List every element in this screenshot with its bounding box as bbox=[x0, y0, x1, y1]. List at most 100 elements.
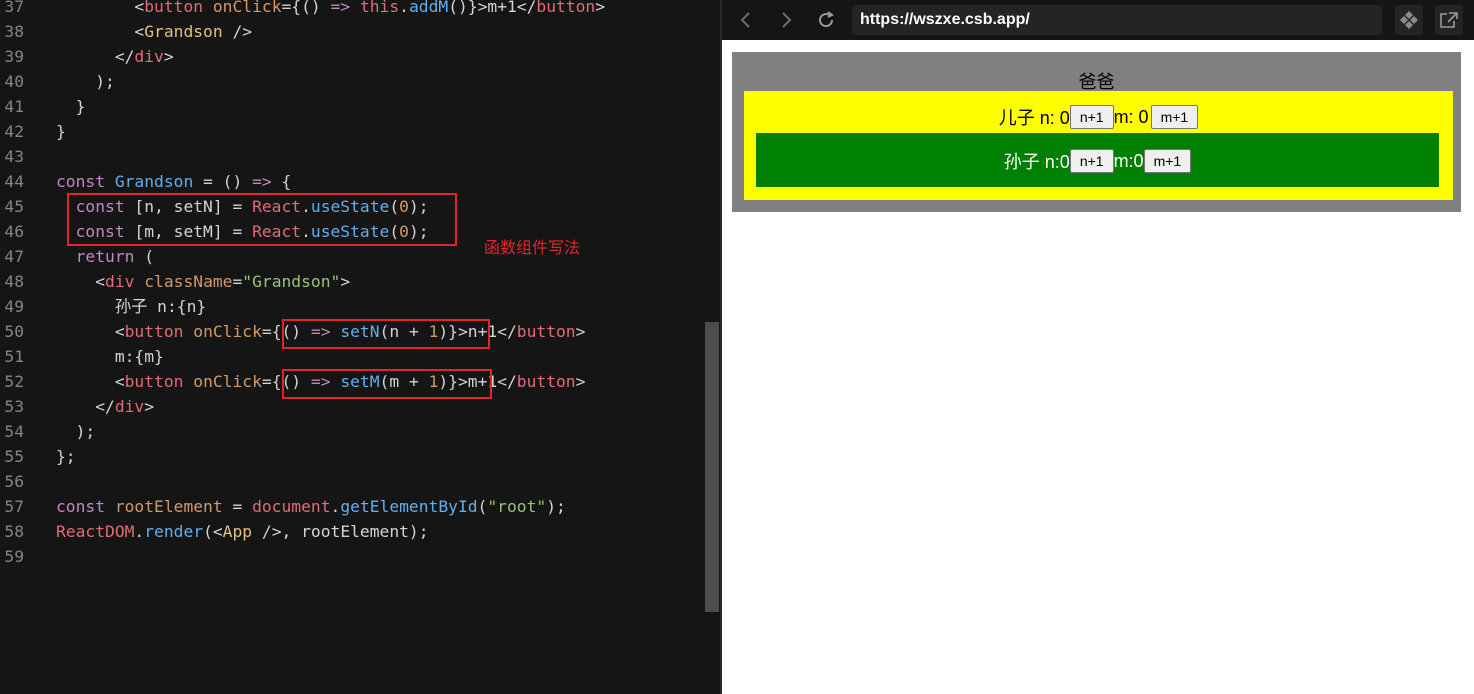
line-number: 42 bbox=[4, 122, 24, 141]
code-line: 47 return ( bbox=[0, 244, 154, 269]
line-number: 47 bbox=[4, 247, 24, 266]
line-number: 53 bbox=[4, 397, 24, 416]
editor-scrollbar[interactable] bbox=[705, 322, 719, 612]
code-token: . bbox=[134, 522, 145, 541]
son-m-increment-button[interactable]: m+1 bbox=[1150, 105, 1199, 129]
forward-button[interactable] bbox=[772, 6, 800, 34]
code-token: button bbox=[124, 322, 184, 341]
puzzle-icon bbox=[1400, 11, 1418, 29]
code-token: { bbox=[271, 172, 292, 191]
browser-toolbar: https://wszxe.csb.app/ bbox=[722, 0, 1474, 40]
code-token: < bbox=[56, 22, 145, 41]
line-number: 44 bbox=[4, 172, 24, 191]
code-token: button bbox=[516, 372, 576, 391]
code-line: 51 m:{m} bbox=[0, 344, 164, 369]
code-token: < bbox=[56, 272, 106, 291]
code-token: Grandson bbox=[114, 172, 194, 191]
highlight-box-usestate bbox=[67, 193, 457, 246]
code-token: document bbox=[252, 497, 331, 516]
line-number: 43 bbox=[4, 147, 24, 166]
code-token: /> bbox=[222, 22, 253, 41]
grandson-row: 孙子 n:0 n+1 m:0 m+1 bbox=[756, 148, 1439, 174]
son-n-increment-button[interactable]: n+1 bbox=[1069, 105, 1114, 129]
line-number: 54 bbox=[4, 422, 24, 441]
code-token: getElementById bbox=[340, 497, 478, 516]
code-token: > bbox=[144, 397, 155, 416]
code-token: App bbox=[222, 522, 253, 541]
code-line: 56 bbox=[0, 469, 56, 494]
code-token: button bbox=[124, 372, 184, 391]
code-line: 42} bbox=[0, 119, 65, 144]
line-number: 58 bbox=[4, 522, 24, 541]
code-token: "root" bbox=[487, 497, 547, 516]
code-token: this bbox=[359, 0, 400, 16]
reload-icon bbox=[819, 11, 834, 28]
code-token: . bbox=[330, 497, 341, 516]
code-token: className bbox=[144, 272, 233, 291]
code-token: => bbox=[330, 0, 351, 16]
code-token: < bbox=[56, 0, 145, 16]
code-line: 49 孙子 n:{n} bbox=[0, 294, 206, 319]
code-token: button bbox=[516, 322, 576, 341]
code-token: rootElement bbox=[114, 497, 223, 516]
code-line: 38 <Grandson /> bbox=[0, 19, 252, 44]
code-token: } bbox=[56, 97, 86, 116]
code-token: m:{m} bbox=[56, 347, 164, 366]
son-row: 儿子 n: 0 n+1 m: 0 m+1 bbox=[744, 104, 1453, 130]
code-token: "Grandson" bbox=[242, 272, 341, 291]
code-token: => bbox=[252, 172, 272, 191]
back-button[interactable] bbox=[732, 6, 760, 34]
code-token: ( bbox=[477, 497, 488, 516]
line-number: 39 bbox=[4, 47, 24, 66]
grandson-n-increment-button[interactable]: n+1 bbox=[1069, 149, 1114, 173]
reload-button[interactable] bbox=[812, 6, 840, 34]
line-number: 37 bbox=[4, 0, 24, 16]
code-editor[interactable]: 37 <button onClick={() => this.addM()}>m… bbox=[0, 0, 722, 694]
code-token: const bbox=[56, 172, 106, 191]
code-token: > bbox=[575, 322, 586, 341]
code-token: ); bbox=[56, 422, 96, 441]
code-token: />, rootElement); bbox=[252, 522, 429, 541]
code-token: }; bbox=[56, 447, 76, 466]
code-line: 54 ); bbox=[0, 419, 95, 444]
browser-preview: https://wszxe.csb.app/ 爸爸 儿子 n: 0 n+1 m:… bbox=[722, 0, 1474, 694]
code-line: 55}; bbox=[0, 444, 76, 469]
line-number: 50 bbox=[4, 322, 24, 341]
code-token: > bbox=[163, 47, 174, 66]
url-text: https://wszxe.csb.app/ bbox=[860, 11, 1030, 28]
code-token: ReactDOM bbox=[56, 522, 135, 541]
code-token: = () bbox=[193, 172, 253, 191]
grandson-m-label: m:0 bbox=[1113, 150, 1144, 171]
code-token: const bbox=[56, 497, 106, 516]
extension-button[interactable] bbox=[1395, 5, 1423, 35]
code-token: < bbox=[56, 322, 125, 341]
code-token: div bbox=[105, 272, 135, 291]
code-line: 41 } bbox=[0, 94, 85, 119]
code-token: 孙子 n:{n} bbox=[56, 297, 207, 316]
son-n-label: 儿子 n: 0 bbox=[998, 108, 1070, 128]
code-line: 53 </div> bbox=[0, 394, 154, 419]
code-token: > bbox=[340, 272, 351, 291]
code-token: div bbox=[134, 47, 164, 66]
code-line: 37 <button onClick={() => this.addM()}>m… bbox=[0, 0, 605, 19]
code-token: ( bbox=[134, 247, 155, 266]
code-token: ); bbox=[56, 72, 115, 91]
code-line: 57 const rootElement = document.getElemen… bbox=[0, 494, 565, 519]
code-token: div bbox=[114, 397, 145, 416]
highlight-box-setn bbox=[282, 319, 490, 349]
url-bar[interactable]: https://wszxe.csb.app/ bbox=[852, 5, 1382, 35]
grandson-m-increment-button[interactable]: m+1 bbox=[1143, 149, 1192, 173]
code-line: 48 <div className="Grandson"> bbox=[0, 269, 350, 294]
line-number: 56 bbox=[4, 472, 24, 491]
code-token: </ bbox=[56, 47, 135, 66]
parent-component: 爸爸 儿子 n: 0 n+1 m: 0 m+1 孙子 n:0 n+1 m:0 m… bbox=[732, 52, 1461, 212]
line-number: 57 bbox=[4, 497, 24, 516]
code-token: addM bbox=[408, 0, 449, 16]
grandson-component: 孙子 n:0 n+1 m:0 m+1 bbox=[756, 133, 1439, 187]
open-new-window-button[interactable] bbox=[1435, 5, 1463, 35]
code-token: = bbox=[232, 272, 243, 291]
chevron-right-icon bbox=[782, 12, 792, 28]
code-token: onClick bbox=[212, 0, 282, 16]
